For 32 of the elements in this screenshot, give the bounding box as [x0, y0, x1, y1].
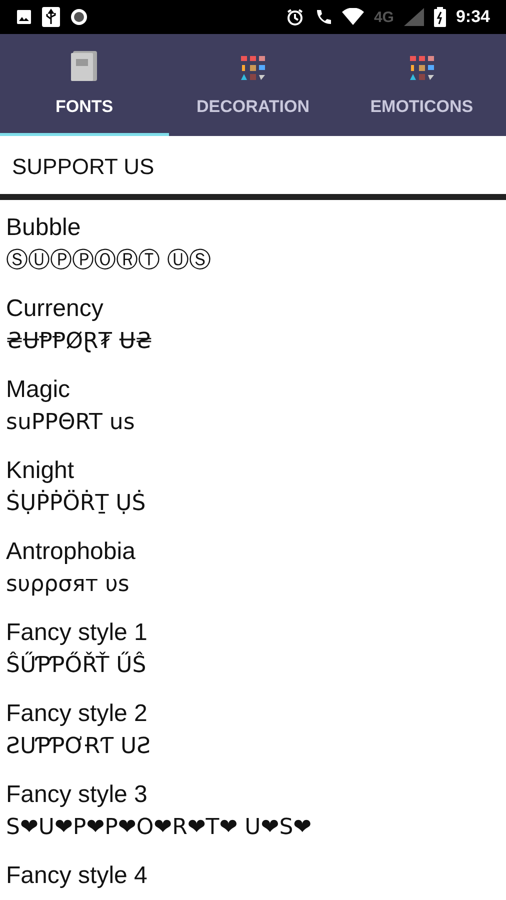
- style-name: Bubble: [6, 213, 82, 243]
- network-label: 4G: [374, 8, 394, 26]
- tab[interactable]: EMOTICONS: [337, 34, 506, 136]
- style-sample[interactable]: S❤U❤P❤P❤O❤R❤T❤ U❤S❤: [6, 811, 500, 845]
- style-name: Magic: [6, 375, 72, 405]
- style-sample[interactable]: ₴ɄⱣⱣØⱤ₮ Ʉ₴: [6, 325, 500, 359]
- signal-icon: [404, 8, 424, 26]
- book-icon: [71, 51, 98, 81]
- style-sample[interactable]: suPPΘRT us: [6, 406, 500, 440]
- usb-icon: [42, 7, 60, 27]
- record-icon: [70, 8, 88, 26]
- image-icon: [16, 9, 32, 25]
- style-name: Fancy style 1: [6, 618, 148, 648]
- style-sample[interactable]: ṠỤṖṖÖṘṮ ỤṠ: [6, 487, 500, 521]
- tab[interactable]: DECORATION: [168, 34, 338, 136]
- style-sample[interactable]: ѕυρρσят υѕ: [6, 568, 500, 602]
- style-sample[interactable]: ⓈⓊⓅⓅⓄⓇⓉ ⓊⓈ: [6, 244, 500, 278]
- style-name: Fancy style 4: [6, 861, 148, 891]
- alarm-icon: [286, 8, 304, 26]
- style-name: Currency: [6, 294, 104, 324]
- style-sample[interactable]: ŜŰƤƤŐŘŤ ŰŜ: [6, 649, 500, 683]
- style-name: Knight: [6, 456, 76, 486]
- style-name: Fancy style 3: [6, 780, 148, 810]
- wifi-icon: [342, 8, 364, 26]
- tab[interactable]: FONTS: [0, 34, 169, 136]
- emoji-grid-icon: [408, 55, 435, 81]
- style-name: Antrophobia: [6, 537, 136, 567]
- style-name: Fancy style 2: [6, 699, 148, 729]
- style-sample[interactable]: ƧUƤƤƠɌƬ UƧ: [6, 730, 500, 764]
- battery-icon: [434, 7, 446, 27]
- clock: 9:34: [456, 7, 490, 27]
- emoji-grid-icon: [240, 55, 266, 81]
